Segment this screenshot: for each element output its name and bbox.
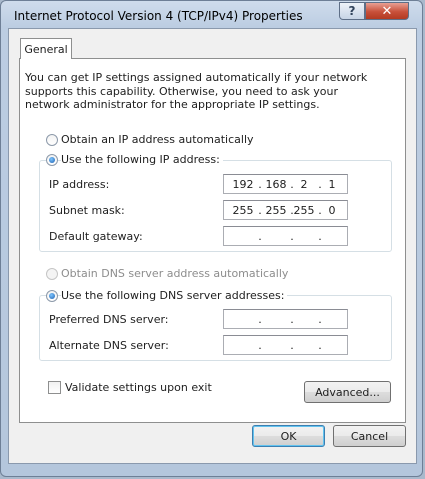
ip-address-octet-1: 192 bbox=[232, 178, 254, 191]
octet-dot: . bbox=[290, 230, 294, 243]
obtain-dns-auto-radio[interactable] bbox=[46, 268, 58, 280]
octet-dot: . bbox=[258, 313, 262, 326]
advanced-button[interactable]: Advanced... bbox=[304, 381, 391, 403]
octet-dot: . bbox=[290, 313, 294, 326]
use-following-ip-radio[interactable] bbox=[46, 154, 58, 166]
use-following-ip-label[interactable]: Use the following IP address: bbox=[61, 153, 223, 166]
alternate-dns-field[interactable]: . . . bbox=[223, 335, 348, 355]
subnet-mask-octet-4: 0 bbox=[328, 204, 336, 217]
octet-dot: . bbox=[318, 230, 322, 243]
default-gateway-label: Default gateway: bbox=[49, 230, 143, 243]
subnet-mask-octet-2: 255 bbox=[265, 204, 287, 217]
obtain-dns-auto-label[interactable]: Obtain DNS server address automatically bbox=[61, 267, 288, 280]
preferred-dns-label: Preferred DNS server: bbox=[49, 313, 169, 326]
ip-address-label: IP address: bbox=[49, 178, 110, 191]
use-following-dns-label[interactable]: Use the following DNS server addresses: bbox=[61, 289, 288, 302]
cancel-button[interactable]: Cancel bbox=[333, 425, 406, 447]
subnet-mask-octet-1: 255 bbox=[232, 204, 254, 217]
subnet-mask-label: Subnet mask: bbox=[49, 204, 125, 217]
use-following-dns-radio[interactable] bbox=[46, 290, 58, 302]
window-title: Internet Protocol Version 4 (TCP/IPv4) P… bbox=[14, 9, 303, 23]
ip-address-octet-4: 1 bbox=[328, 178, 336, 191]
ok-button[interactable]: OK bbox=[252, 425, 325, 447]
octet-dot: . bbox=[318, 339, 322, 352]
tab-general[interactable]: General bbox=[20, 38, 72, 59]
octet-dot: . bbox=[290, 339, 294, 352]
dialog-window: Internet Protocol Version 4 (TCP/IPv4) P… bbox=[0, 0, 423, 477]
ip-address-octet-2: 168 bbox=[265, 178, 287, 191]
ip-address-field[interactable]: 192 . 168 . 2 . 1 bbox=[223, 174, 348, 194]
subnet-mask-field[interactable]: 255 . 255 . 255 . 0 bbox=[223, 200, 348, 220]
default-gateway-field[interactable]: . . . bbox=[223, 226, 348, 246]
ip-address-octet-3: 2 bbox=[300, 178, 308, 191]
obtain-ip-auto-radio[interactable] bbox=[46, 134, 58, 146]
description-text: You can get IP settings assigned automat… bbox=[25, 71, 368, 111]
help-button[interactable]: ? bbox=[339, 2, 365, 20]
close-button[interactable]: ✕ bbox=[365, 2, 409, 20]
preferred-dns-field[interactable]: . . . bbox=[223, 309, 348, 329]
octet-dot: . bbox=[258, 339, 262, 352]
obtain-ip-auto-label[interactable]: Obtain an IP address automatically bbox=[61, 133, 254, 146]
alternate-dns-label: Alternate DNS server: bbox=[49, 339, 169, 352]
octet-dot: . bbox=[258, 230, 262, 243]
validate-settings-checkbox[interactable] bbox=[48, 381, 61, 394]
octet-dot: . bbox=[318, 313, 322, 326]
subnet-mask-octet-3: 255 bbox=[293, 204, 315, 217]
validate-settings-label[interactable]: Validate settings upon exit bbox=[65, 381, 212, 394]
